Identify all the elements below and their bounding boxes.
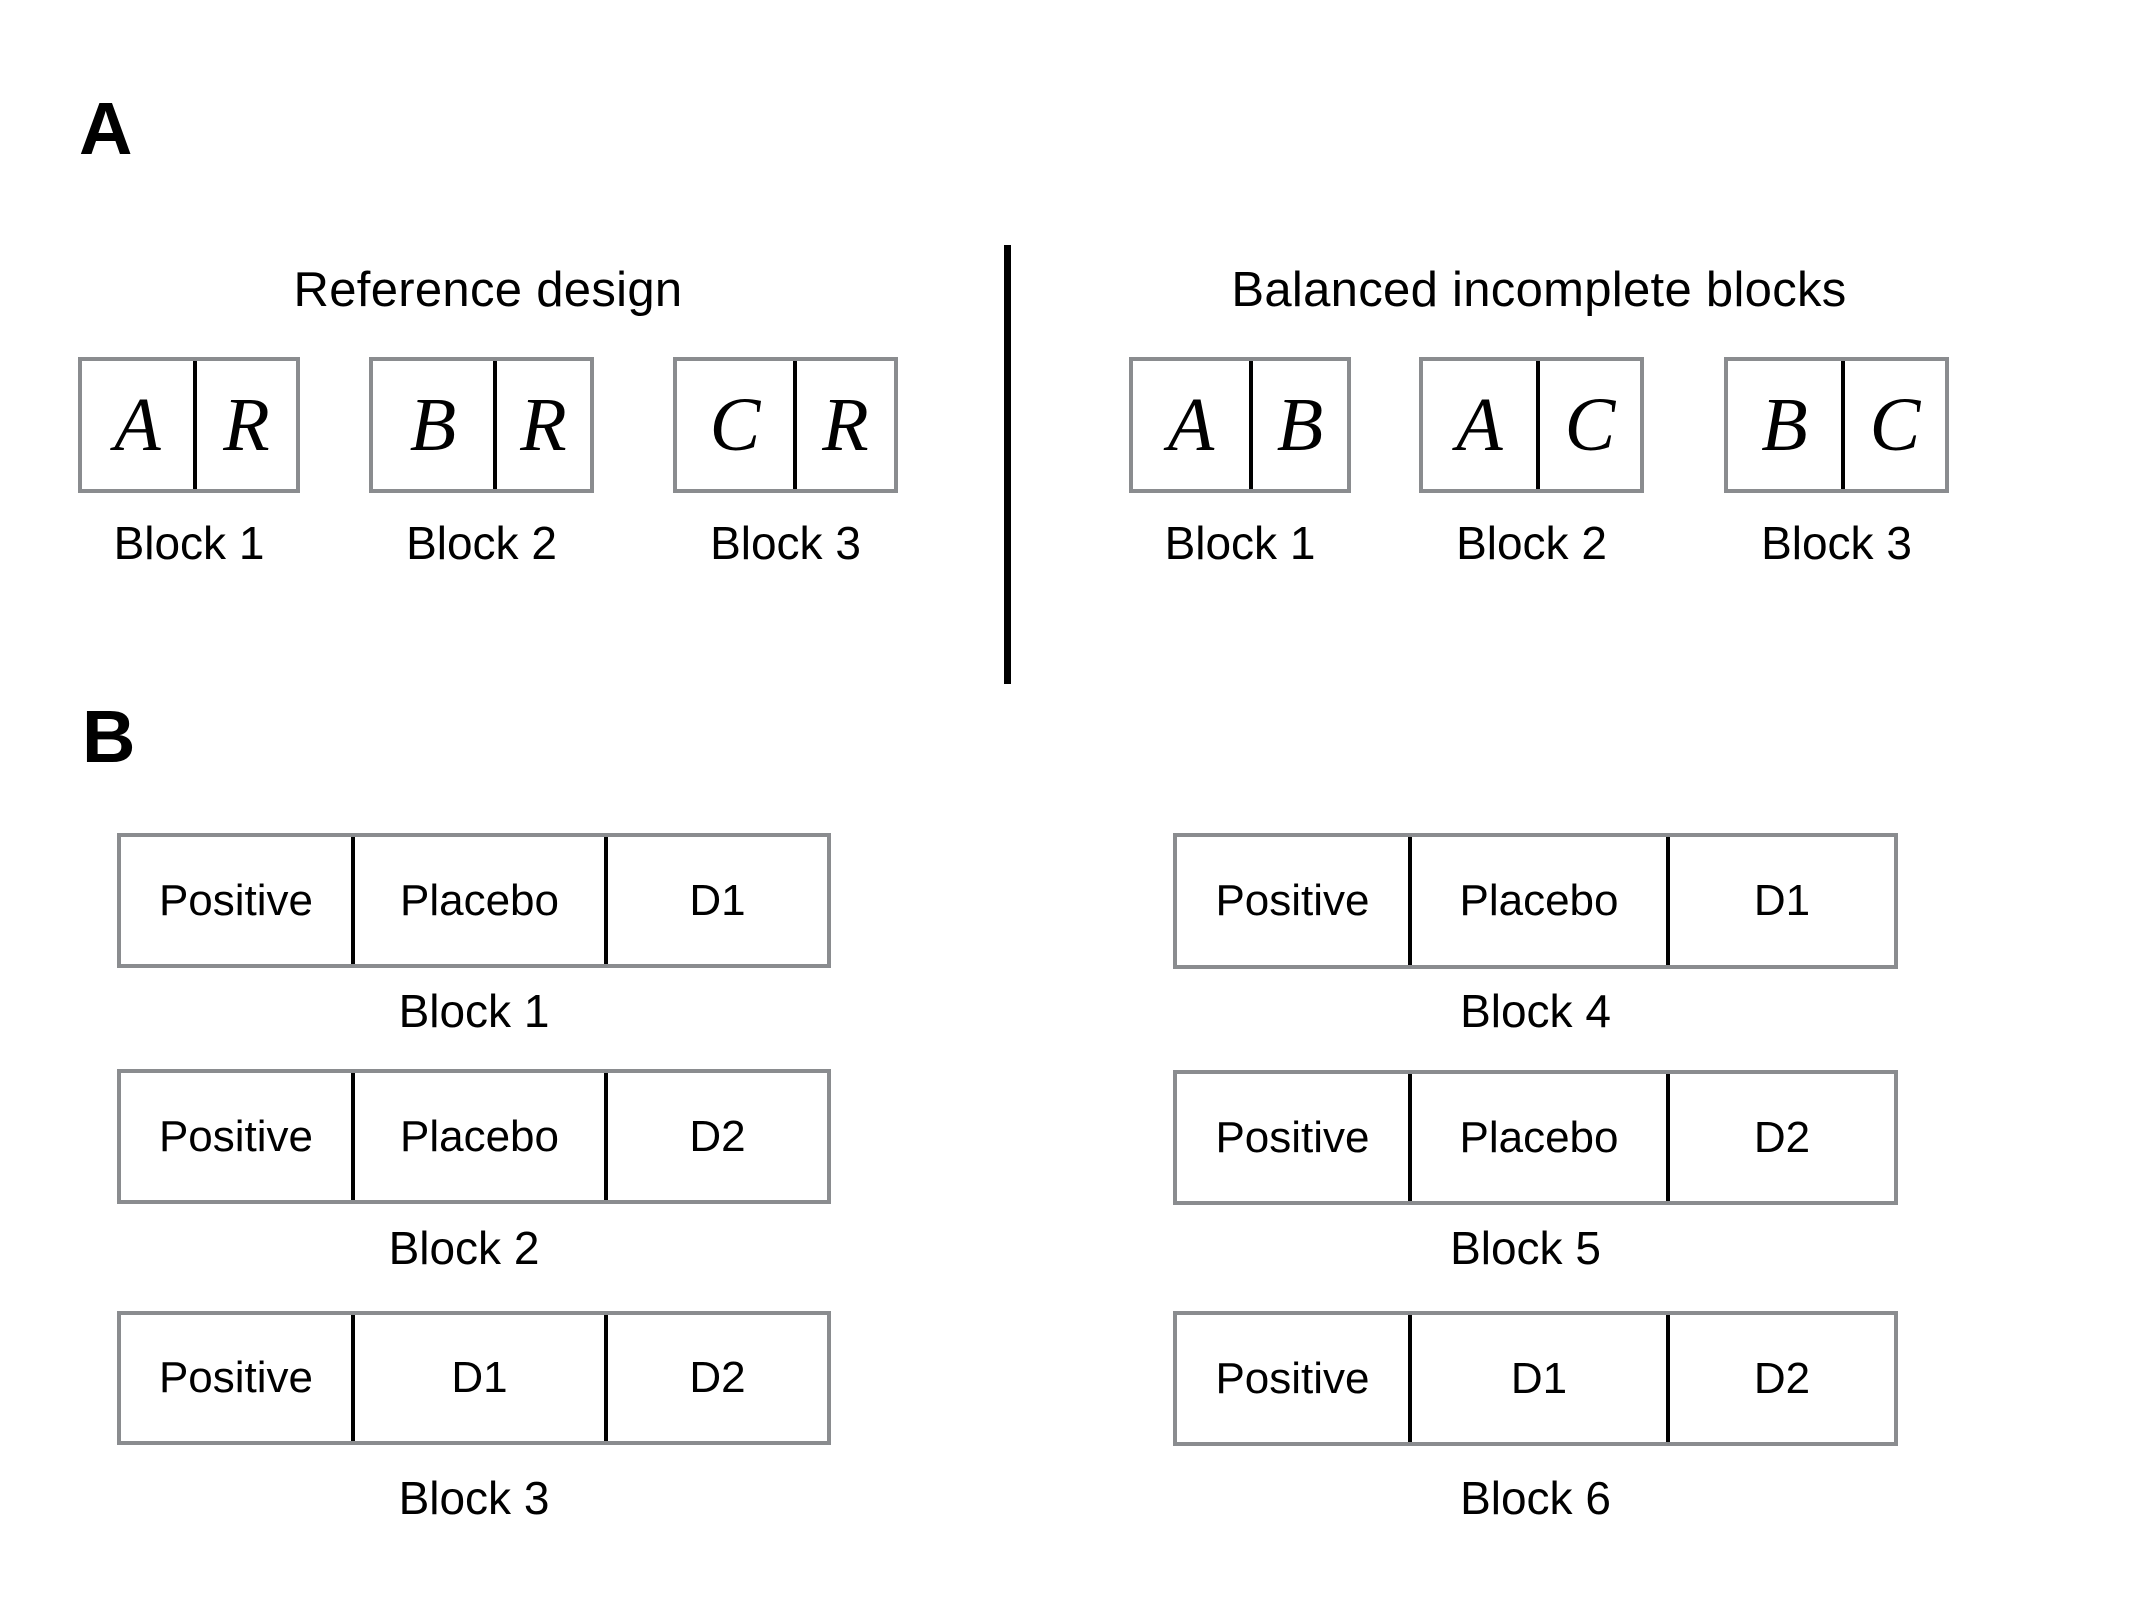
cell-text: D1 — [1753, 876, 1811, 925]
cell-2: D1 — [1408, 1315, 1666, 1442]
block-3-label: Block 3 — [398, 1472, 550, 1524]
cell-2: Placebo — [1408, 1074, 1666, 1201]
cell-text: D1 — [1510, 1353, 1568, 1403]
treatment-cell: B — [1728, 361, 1841, 489]
treatment-cell: B — [1249, 361, 1347, 489]
treatment-symbol: A — [1167, 383, 1215, 467]
cell-text: D2 — [689, 1353, 746, 1402]
treatment-symbol: B — [409, 383, 457, 467]
reference-design-title: Reference design — [293, 263, 683, 317]
block-2-label: Block 2 — [388, 1222, 540, 1274]
cell-text: Positive — [1215, 1353, 1370, 1403]
cell-2: Placebo — [1408, 837, 1666, 965]
cell-text: Positive — [158, 1111, 314, 1161]
treatment-cell: A — [1423, 361, 1536, 489]
cell-2: D1 — [351, 1315, 604, 1441]
cell-text: Placebo — [399, 875, 559, 925]
bib-block-3-label: Block 3 — [1761, 517, 1912, 569]
reference-cell: R — [193, 361, 296, 489]
cell-2: Placebo — [351, 837, 604, 964]
block-6-label: Block 6 — [1460, 1472, 1611, 1524]
block-2: Positive Placebo D2 — [117, 1069, 831, 1204]
cell-text: Placebo — [399, 1111, 559, 1161]
cell-3: D2 — [1666, 1074, 1894, 1201]
treatment-symbol: C — [1869, 383, 1921, 467]
positive-cell: Positive — [1177, 837, 1408, 965]
bib-block-1-label: Block 1 — [1164, 517, 1316, 569]
treatment-cell: A — [82, 361, 193, 489]
block-1: Positive Placebo D1 — [117, 833, 831, 968]
reference-symbol: R — [520, 383, 567, 467]
reference-block-1: A R — [78, 357, 300, 493]
block-1-label: Block 1 — [398, 985, 550, 1037]
panel-divider-line — [1004, 245, 1011, 684]
cell-2: Placebo — [351, 1073, 604, 1200]
reference-cell: R — [793, 361, 894, 489]
block-3: Positive D1 D2 — [117, 1311, 831, 1445]
cell-3: D1 — [604, 837, 827, 964]
cell-3: D1 — [1666, 837, 1894, 965]
cell-text: Placebo — [1459, 1112, 1619, 1162]
block-5: Positive Placebo D2 — [1173, 1070, 1898, 1205]
cell-text: Positive — [1215, 876, 1370, 925]
cell-text: D2 — [1753, 1353, 1811, 1403]
balanced-incomplete-blocks-title: Balanced incomplete blocks — [1231, 263, 1847, 317]
cell-text: D2 — [689, 1111, 746, 1161]
reference-block-1-label: Block 1 — [113, 517, 265, 569]
reference-block-2: B R — [369, 357, 594, 493]
positive-cell: Positive — [1177, 1074, 1408, 1201]
treatment-symbol: C — [709, 383, 761, 467]
positive-cell: Positive — [1177, 1315, 1408, 1442]
cell-text: D2 — [1753, 1112, 1811, 1162]
treatment-symbol: B — [1761, 383, 1808, 467]
reference-block-2-label: Block 2 — [406, 517, 557, 569]
treatment-cell: C — [1536, 361, 1640, 489]
cell-text: Positive — [158, 875, 314, 925]
reference-block-3: C R — [673, 357, 898, 493]
panel-a-label: A — [79, 87, 133, 170]
cell-text: D1 — [689, 875, 746, 925]
reference-symbol: R — [822, 383, 869, 467]
treatment-symbol: A — [114, 383, 161, 467]
treatment-cell: C — [1841, 361, 1945, 489]
cell-text: Placebo — [1459, 876, 1619, 925]
bib-block-1: A B — [1129, 357, 1351, 493]
cell-text: Positive — [158, 1353, 314, 1402]
panel-b-label: B — [82, 695, 136, 778]
cell-3: D2 — [604, 1073, 827, 1200]
reference-block-3-label: Block 3 — [710, 517, 861, 569]
block-6: Positive D1 D2 — [1173, 1311, 1898, 1446]
treatment-cell: C — [677, 361, 793, 489]
bib-block-3: B C — [1724, 357, 1949, 493]
treatment-cell: A — [1133, 361, 1249, 489]
reference-symbol: R — [223, 383, 270, 467]
cell-text: D1 — [451, 1353, 508, 1402]
treatment-symbol: B — [1276, 383, 1324, 467]
bib-block-2: A C — [1419, 357, 1644, 493]
treatment-cell: B — [373, 361, 493, 489]
block-4: Positive Placebo D1 — [1173, 833, 1898, 969]
cell-text: Positive — [1215, 1112, 1370, 1162]
cell-3: D2 — [604, 1315, 827, 1441]
positive-cell: Positive — [121, 1315, 351, 1441]
positive-cell: Positive — [121, 1073, 351, 1200]
treatment-symbol: A — [1456, 383, 1503, 467]
block-4-label: Block 4 — [1460, 985, 1611, 1037]
reference-cell: R — [493, 361, 590, 489]
block-5-label: Block 5 — [1450, 1222, 1601, 1274]
bib-block-2-label: Block 2 — [1456, 517, 1607, 569]
cell-3: D2 — [1666, 1315, 1894, 1442]
treatment-symbol: C — [1564, 383, 1616, 467]
positive-cell: Positive — [121, 837, 351, 964]
